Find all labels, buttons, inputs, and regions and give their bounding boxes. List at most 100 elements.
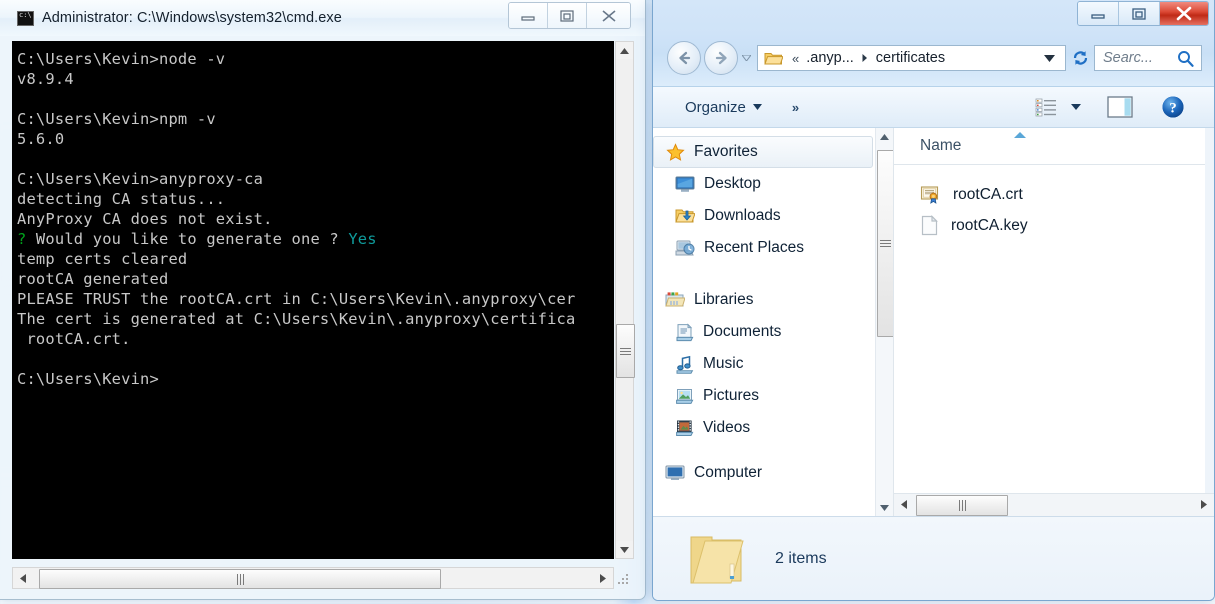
preview-pane-button[interactable] [1100, 92, 1140, 122]
scroll-left-button[interactable] [894, 494, 914, 515]
sidebar-item-downloads[interactable]: Downloads [653, 200, 875, 232]
column-header-name[interactable]: Name [920, 137, 961, 155]
address-bar[interactable]: « .anyp... certificates [757, 45, 1066, 71]
cmd-console-text: C:\Users\Kevin>node -v v8.9.4 C:\Users\Ke… [17, 49, 576, 389]
search-icon[interactable] [1177, 50, 1194, 67]
close-button[interactable] [1160, 2, 1208, 25]
preview-pane-icon [1107, 96, 1133, 118]
explorer-title-bar[interactable] [653, 0, 1214, 34]
chevron-left-icon [901, 500, 907, 509]
view-list-icon [1035, 98, 1056, 117]
sidebar-item-computer[interactable]: Computer [653, 464, 875, 480]
scroll-up-button[interactable] [616, 42, 633, 59]
scrollbar-grip [236, 573, 244, 585]
star-icon [666, 142, 685, 162]
cmd-console-output[interactable]: C:\Users\Kevin>node -v v8.9.4 C:\Users\Ke… [12, 41, 614, 559]
explorer-window[interactable]: « .anyp... certificates Searc... Organiz… [652, 0, 1215, 601]
sidebar-item-label: Recent Places [704, 239, 804, 256]
scroll-right-button[interactable] [593, 568, 613, 588]
sidebar-item-documents[interactable]: Documents [653, 316, 875, 348]
scroll-down-button[interactable] [876, 499, 893, 516]
search-box[interactable]: Searc... [1094, 45, 1202, 71]
cmd-vertical-scrollbar-thumb[interactable] [616, 324, 635, 378]
sidebar-item-favorites[interactable]: Favorites [653, 136, 873, 168]
file-list-pane[interactable]: Name rootCA.crt rootCA.key [894, 128, 1214, 516]
address-overflow-chevron[interactable]: « [792, 51, 799, 66]
sidebar-item-label: Music [703, 355, 744, 372]
chevron-left-icon [20, 573, 26, 583]
maximize-button[interactable] [548, 3, 587, 28]
svg-text:?: ? [1169, 101, 1177, 117]
cmd-horizontal-scrollbar[interactable] [12, 567, 614, 589]
sidebar-item-label: Downloads [704, 207, 781, 224]
refresh-button[interactable] [1066, 45, 1094, 71]
console-line: PLEASE TRUST the rootCA.crt in C:\Users\… [17, 290, 576, 308]
sidebar-item-videos[interactable]: Videos [653, 412, 875, 444]
toolbar-overflow-button[interactable]: » [792, 100, 799, 115]
sidebar-item-music[interactable]: Music [653, 348, 875, 380]
cmd-window-controls[interactable] [508, 2, 631, 29]
search-input[interactable]: Searc... [1103, 50, 1177, 66]
scroll-left-button[interactable] [13, 568, 33, 588]
blank-document-icon [920, 215, 939, 236]
navigation-pane-scrollbar[interactable] [875, 128, 893, 516]
console-answer: Yes [348, 230, 377, 248]
history-dropdown-button[interactable] [739, 55, 753, 61]
file-list-item[interactable]: rootCA.crt [894, 179, 1214, 210]
sidebar-item-desktop[interactable]: Desktop [653, 168, 875, 200]
documents-icon [675, 322, 694, 342]
minimize-icon [1091, 13, 1105, 19]
console-line: The cert is generated at C:\Users\Kevin\… [17, 310, 576, 328]
maximize-button[interactable] [1119, 2, 1160, 25]
pictures-icon [675, 387, 694, 406]
sidebar-item-label: Computer [694, 464, 763, 480]
minimize-button[interactable] [509, 3, 548, 28]
sidebar-item-libraries[interactable]: Libraries [653, 284, 875, 316]
scroll-up-button[interactable] [876, 128, 893, 145]
breadcrumb-separator[interactable] [861, 53, 869, 63]
console-line: temp certs cleared [17, 250, 188, 268]
breadcrumb-item-anyproxy[interactable]: .anyp... [806, 50, 854, 66]
chevron-down-icon [880, 504, 889, 511]
console-line: detecting CA status... [17, 190, 226, 208]
cmd-horizontal-scrollbar-thumb[interactable] [39, 569, 441, 589]
breadcrumb-item-certificates[interactable]: certificates [876, 50, 945, 66]
folder-icon [764, 50, 783, 66]
console-line: C:\Users\Kevin>npm -v [17, 110, 216, 128]
maximize-icon [1132, 7, 1146, 20]
column-header-row[interactable]: Name [894, 128, 1214, 165]
change-view-dropdown-button[interactable] [1064, 100, 1088, 114]
cmd-resize-grip[interactable] [616, 572, 630, 586]
change-view-button[interactable] [1028, 93, 1064, 121]
back-button[interactable] [667, 41, 701, 75]
sidebar-item-pictures[interactable]: Pictures [653, 380, 875, 412]
file-list-item[interactable]: rootCA.key [894, 210, 1214, 241]
sidebar-item-recent-places[interactable]: Recent Places [653, 232, 875, 264]
console-line: 5.6.0 [17, 130, 65, 148]
explorer-window-controls[interactable] [1077, 1, 1209, 26]
console-line: rootCA.crt. [17, 330, 131, 348]
file-list-horizontal-scrollbar-thumb[interactable] [916, 495, 1008, 516]
maximize-icon [560, 9, 574, 22]
close-button[interactable] [587, 3, 630, 28]
explorer-navigation-row: « .anyp... certificates Searc... [653, 38, 1214, 78]
close-icon [601, 9, 616, 22]
file-list-right-strip [1205, 128, 1214, 494]
chevron-down-icon [620, 546, 629, 553]
scroll-down-button[interactable] [616, 541, 633, 558]
organize-button[interactable]: Organize [679, 96, 768, 119]
chevron-right-icon [862, 54, 867, 62]
cmd-window[interactable]: Administrator: C:\Windows\system32\cmd.e… [0, 0, 646, 604]
scroll-right-button[interactable] [1194, 494, 1214, 515]
navigation-list: Favorites Desktop Downloads Recent Places Li… [653, 136, 875, 480]
help-button[interactable]: ? [1154, 91, 1192, 123]
navigation-pane-scrollbar-thumb[interactable] [877, 150, 893, 337]
address-dropdown-button[interactable] [1044, 54, 1055, 62]
console-line: v8.9.4 [17, 70, 74, 88]
navigation-pane[interactable]: Favorites Desktop Downloads Recent Places Li… [653, 128, 894, 516]
cmd-vertical-scrollbar[interactable] [615, 41, 635, 559]
minimize-button[interactable] [1078, 2, 1119, 25]
file-list-horizontal-scrollbar[interactable] [894, 493, 1214, 516]
cmd-title-bar[interactable]: Administrator: C:\Windows\system32\cmd.e… [0, 0, 645, 36]
forward-button[interactable] [704, 41, 738, 75]
